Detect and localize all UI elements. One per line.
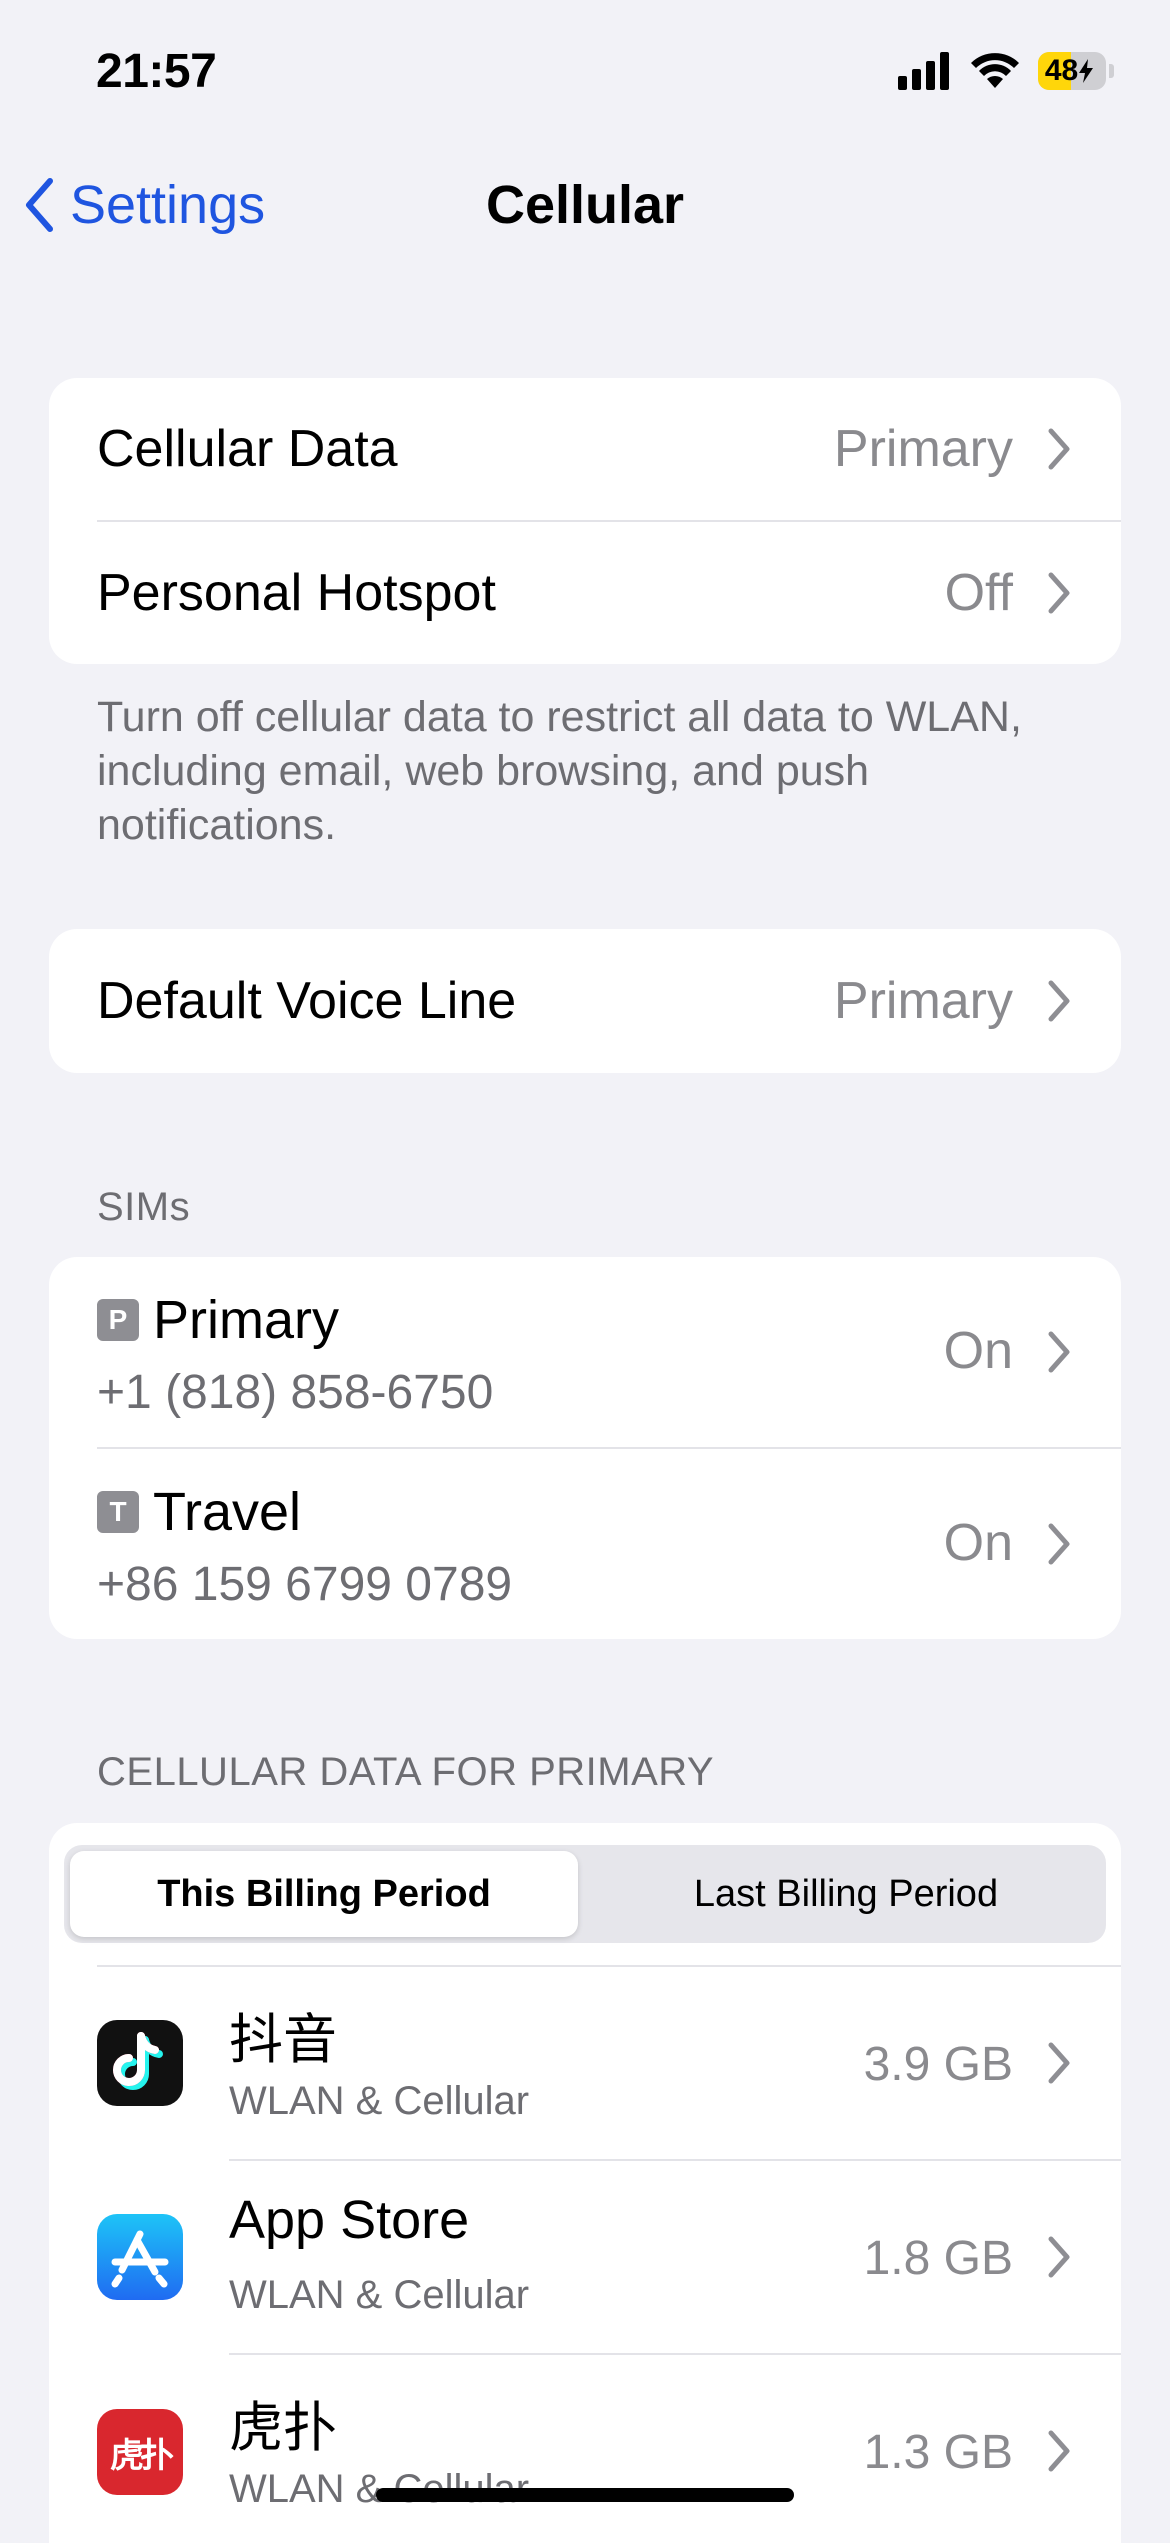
sim-badge: T bbox=[97, 1491, 139, 1533]
app-usage-row-douyin[interactable]: 抖音 WLAN & Cellular 3.9 GB bbox=[49, 1967, 1121, 2159]
cellular-data-row[interactable]: Cellular Data Primary bbox=[49, 378, 1121, 520]
hupu-icon-text: 虎扑 bbox=[110, 2435, 174, 2476]
sims-group: P Primary +1 (818) 858-6750 On T Travel … bbox=[49, 1257, 1121, 1639]
sim-name: Travel bbox=[153, 1482, 302, 1542]
app-name: 抖音 bbox=[229, 2008, 337, 2071]
page-title: Cellular bbox=[485, 175, 685, 235]
chevron-right-icon bbox=[1048, 2236, 1070, 2278]
sims-section-header: SIMs bbox=[97, 1185, 191, 1229]
sim-number: +86 159 6799 0789 bbox=[97, 1558, 513, 1611]
status-time: 21:57 bbox=[96, 45, 217, 98]
segment-this-billing-period[interactable]: This Billing Period bbox=[70, 1851, 578, 1937]
navigation-bar: Settings Cellular bbox=[0, 150, 1170, 260]
charging-bolt-icon bbox=[1079, 59, 1094, 83]
home-indicator[interactable] bbox=[376, 2488, 794, 2502]
sim-number: +1 (818) 858-6750 bbox=[97, 1366, 494, 1419]
sim-name: Primary bbox=[153, 1290, 339, 1350]
sim-status: On bbox=[943, 1514, 1013, 1572]
voice-line-group: Default Voice Line Primary bbox=[49, 929, 1121, 1073]
chevron-right-icon bbox=[1048, 2430, 1070, 2472]
app-name: 虎扑 bbox=[229, 2396, 337, 2459]
chevron-right-icon bbox=[1048, 980, 1070, 1022]
chevron-right-icon bbox=[1048, 428, 1070, 470]
billing-period-segmented-control: This Billing Period Last Billing Period bbox=[64, 1845, 1106, 1943]
battery-level: 48 bbox=[1044, 54, 1079, 87]
status-bar: 21:57 48 bbox=[0, 0, 1170, 150]
cellular-signal-icon bbox=[898, 52, 949, 90]
chevron-right-icon bbox=[1048, 1331, 1070, 1373]
segment-last-billing-period[interactable]: Last Billing Period bbox=[592, 1851, 1100, 1937]
app-name: App Store bbox=[229, 2190, 470, 2250]
row-label: Cellular Data bbox=[97, 420, 398, 478]
app-subtitle: WLAN & Cellular bbox=[229, 2079, 530, 2123]
battery-nub bbox=[1109, 64, 1114, 78]
app-store-icon bbox=[97, 2214, 183, 2300]
sim-row-primary[interactable]: P Primary +1 (818) 858-6750 On bbox=[49, 1257, 1121, 1447]
sim-badge: P bbox=[97, 1299, 139, 1341]
row-value: Primary bbox=[833, 972, 1013, 1030]
app-data-size: 1.3 GB bbox=[863, 2426, 1013, 2479]
personal-hotspot-row[interactable]: Personal Hotspot Off bbox=[49, 522, 1121, 664]
row-label: Default Voice Line bbox=[97, 972, 517, 1030]
status-icons: 48 bbox=[898, 52, 1114, 90]
app-data-size: 1.8 GB bbox=[863, 2232, 1013, 2285]
chevron-right-icon bbox=[1048, 572, 1070, 614]
cellular-settings-group: Cellular Data Primary Personal Hotspot O… bbox=[49, 378, 1121, 664]
sim-status: On bbox=[943, 1322, 1013, 1380]
row-value: Off bbox=[944, 564, 1013, 622]
cellular-data-footer: Turn off cellular data to restrict all d… bbox=[97, 693, 1022, 849]
sim-row-travel[interactable]: T Travel +86 159 6799 0789 On bbox=[49, 1449, 1121, 1639]
app-usage-row-hupu[interactable]: 虎扑 虎扑 WLAN & Cellular 1.3 GB bbox=[49, 2355, 1121, 2535]
wifi-icon bbox=[971, 53, 1019, 88]
usage-section-header: CELLULAR DATA FOR PRIMARY bbox=[97, 1750, 715, 1794]
chevron-right-icon bbox=[1048, 1523, 1070, 1565]
chevron-right-icon bbox=[1048, 2042, 1070, 2084]
tiktok-icon bbox=[97, 2020, 183, 2106]
row-label: Personal Hotspot bbox=[97, 564, 496, 622]
battery-icon: 48 bbox=[1038, 52, 1106, 90]
default-voice-line-row[interactable]: Default Voice Line Primary bbox=[49, 929, 1121, 1073]
app-data-size: 3.9 GB bbox=[863, 2038, 1013, 2091]
app-usage-row-app-store[interactable]: App Store WLAN & Cellular 1.8 GB bbox=[49, 2161, 1121, 2353]
hupu-icon: 虎扑 bbox=[97, 2409, 183, 2495]
app-subtitle: WLAN & Cellular bbox=[229, 2273, 530, 2317]
row-value: Primary bbox=[833, 420, 1013, 478]
